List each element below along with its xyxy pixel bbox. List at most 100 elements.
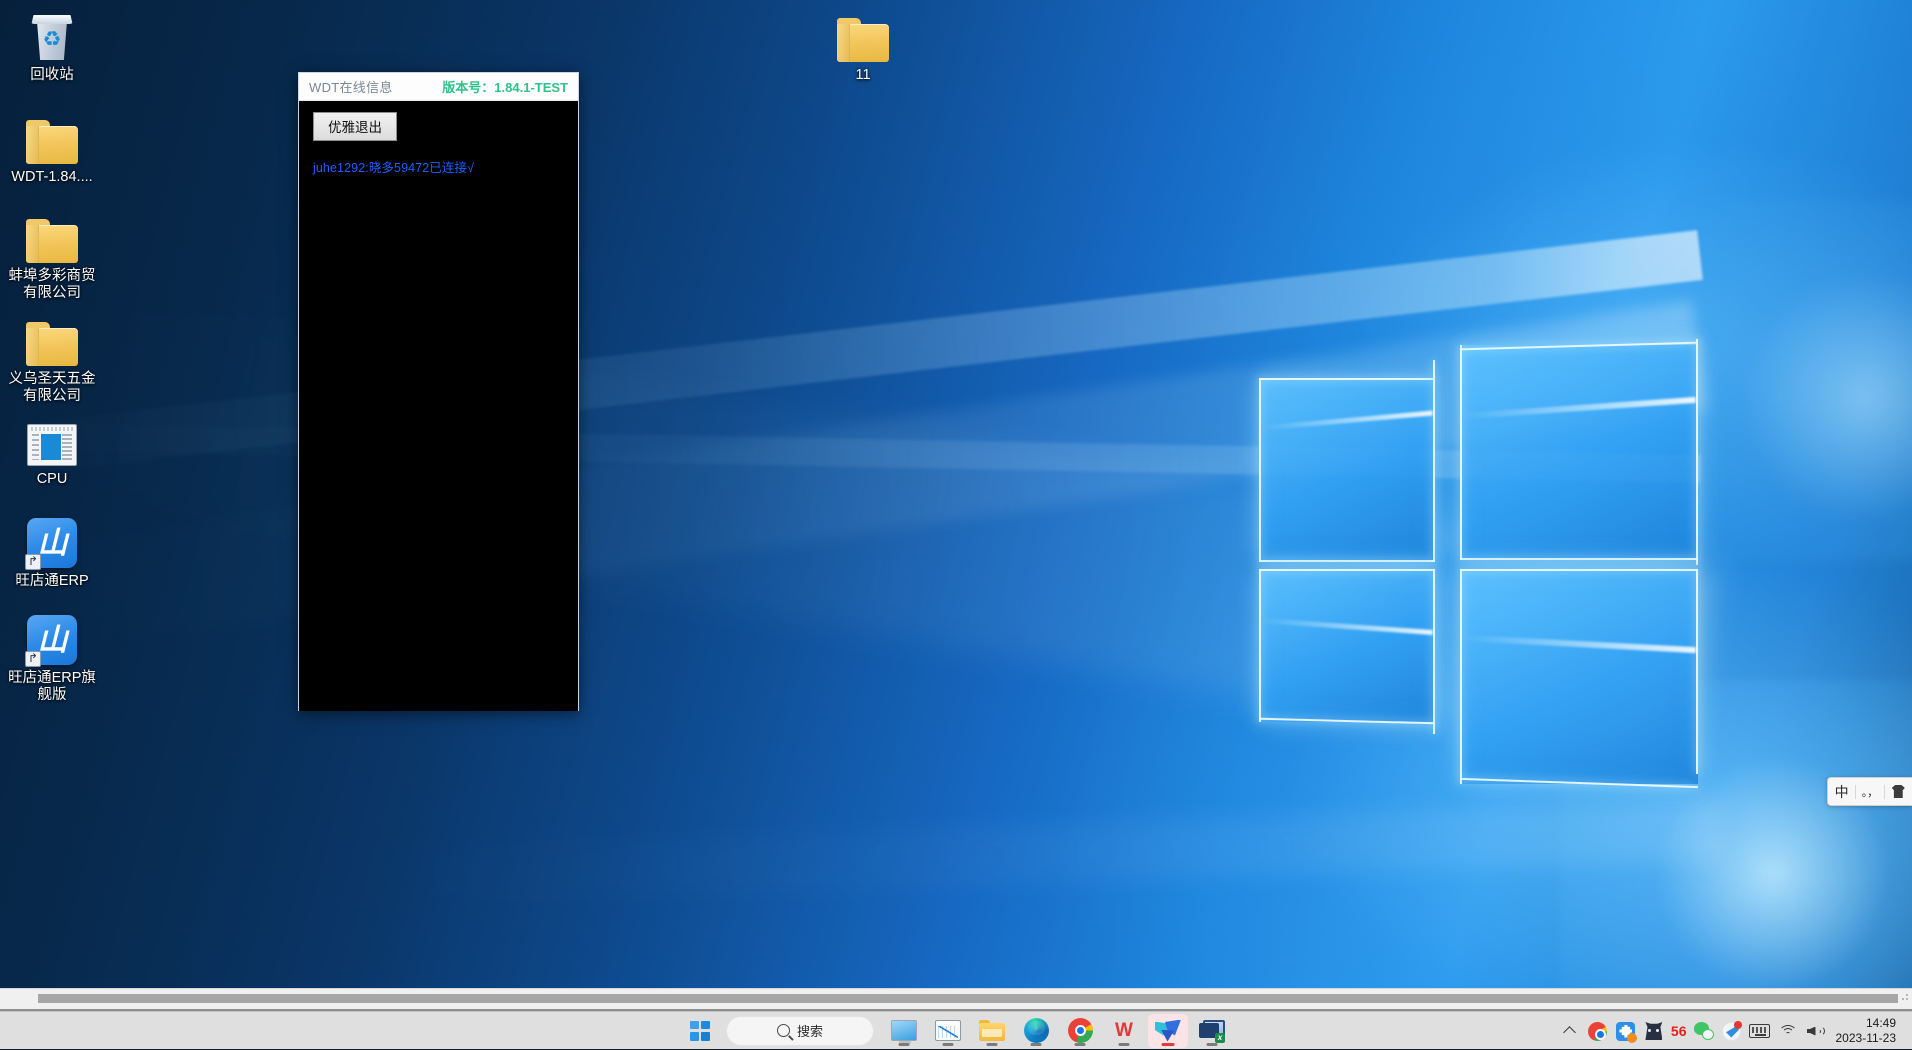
window-title: WDT在线信息	[309, 77, 393, 96]
desktop-icon-label: 蚌埠多彩商贸 有限公司	[4, 268, 100, 302]
wdt-erp-flagship-app-icon: 山↱	[4, 609, 100, 665]
resize-grip[interactable]	[1897, 993, 1909, 1005]
taskbar-item-task-manager[interactable]	[928, 1014, 968, 1048]
wallpaper-beam	[8, 230, 1702, 475]
folder-icon	[815, 6, 911, 62]
tray-item-volume[interactable]	[1802, 1014, 1830, 1048]
horizontal-scrollbar[interactable]	[0, 988, 1912, 1010]
edge-icon	[1024, 1018, 1049, 1043]
desktop-icon-folder-11[interactable]: 11	[815, 6, 911, 84]
bird-icon	[1155, 1019, 1181, 1043]
running-indicator	[987, 1043, 998, 1046]
clock-date: 2023-11-23	[1836, 1031, 1897, 1046]
desktop-icon-cpu[interactable]: CPU	[4, 410, 100, 488]
desktop-icon-wdt-erp-flagship[interactable]: 山↱ 旺店通ERP旗 舰版	[4, 609, 100, 704]
desktop-icon-label: 回收站	[4, 67, 100, 84]
system-tray[interactable]: 56 14:49 2023-11-23	[1556, 1012, 1912, 1050]
running-indicator	[1207, 1043, 1218, 1046]
search-placeholder: 搜索	[797, 1021, 823, 1040]
desktop-icon-label: 义乌圣天五金 有限公司	[4, 371, 100, 405]
shortcut-arrow-icon: ↱	[25, 554, 41, 570]
taskbar-item-this-pc[interactable]	[884, 1014, 924, 1048]
taskbar-item-remote-desktop[interactable]: x	[1192, 1014, 1232, 1048]
taskbar-search-box[interactable]: 搜索	[726, 1016, 874, 1046]
clock-time: 14:49	[1836, 1016, 1897, 1031]
ime-skin-button[interactable]	[1885, 785, 1912, 798]
running-indicator	[943, 1043, 954, 1046]
taskbar-item-wps-office[interactable]: W	[1104, 1014, 1144, 1048]
wdt-online-info-window[interactable]: WDT在线信息 版本号：1.84.1-TEST 优雅退出 juhe1292:晓多…	[298, 72, 579, 711]
unread-count-label: 56	[1668, 1023, 1690, 1039]
connection-log-line: juhe1292:晓多59472已连接√	[313, 157, 578, 176]
wallpaper-beam	[0, 422, 1700, 483]
chrome-icon	[1068, 1018, 1093, 1043]
wallpaper-beam	[320, 800, 1721, 909]
desktop[interactable]: ♻ 回收站 WDT-1.84.... 蚌埠多彩商贸 有限公司 义乌圣天五金 有限…	[0, 0, 1912, 1049]
desktop-icon-recycle-bin[interactable]: ♻ 回收站	[4, 6, 100, 84]
desktop-icon-wdt-erp[interactable]: 山↱ 旺店通ERP	[4, 512, 100, 590]
tray-item-cloud-app[interactable]	[1718, 1014, 1746, 1048]
tray-unread-count[interactable]: 56	[1668, 1014, 1690, 1048]
cat-icon	[1645, 1022, 1662, 1040]
taskbar[interactable]: 搜索 W	[0, 1011, 1912, 1049]
tray-item-network[interactable]	[1774, 1014, 1802, 1048]
taskbar-item-microsoft-edge[interactable]	[1016, 1014, 1056, 1048]
ime-language-bar[interactable]: 中 。，	[1827, 777, 1912, 806]
chart-icon	[935, 1020, 961, 1041]
tray-item-chrome[interactable]	[1584, 1014, 1612, 1048]
tray-item-keyboard[interactable]	[1746, 1014, 1774, 1048]
keyboard-icon	[1749, 1024, 1770, 1038]
folder-icon	[979, 1020, 1005, 1041]
wps-icon: W	[1112, 1018, 1137, 1043]
running-indicator	[1031, 1043, 1042, 1046]
recycle-bin-icon: ♻	[4, 6, 100, 62]
running-indicator	[1075, 1043, 1086, 1046]
tray-item-ime[interactable]	[1612, 1014, 1640, 1048]
wallpaper-pane	[1460, 569, 1698, 784]
wallpaper-pane	[1460, 345, 1698, 560]
wdt-erp-app-icon: 山↱	[4, 512, 100, 568]
taskbar-item-file-explorer[interactable]	[972, 1014, 1012, 1048]
chrome-icon	[1588, 1022, 1607, 1041]
search-icon	[777, 1024, 790, 1037]
ime-language-toggle[interactable]: 中	[1828, 782, 1855, 802]
graceful-exit-button[interactable]: 优雅退出	[313, 112, 397, 141]
desktop-icon-wdt-folder[interactable]: WDT-1.84....	[4, 108, 100, 186]
shortcut-arrow-icon: ↱	[25, 651, 41, 667]
desktop-icon-label: 旺店通ERP	[4, 573, 100, 590]
taskbar-item-xiaoduo-kefu[interactable]	[1148, 1014, 1188, 1048]
wallpaper-beam	[10, 301, 1708, 658]
desktop-icon-label: CPU	[4, 471, 100, 488]
chevron-up-icon	[1564, 1026, 1577, 1039]
wifi-icon	[1778, 1024, 1798, 1039]
desktop-icon-label: 11	[815, 67, 911, 84]
cloud-blade-icon	[1722, 1022, 1741, 1041]
start-button[interactable]	[680, 1014, 720, 1048]
tray-overflow-button[interactable]	[1556, 1014, 1584, 1048]
desktop-icon-yiwu-folder[interactable]: 义乌圣天五金 有限公司	[4, 310, 100, 405]
wallpaper-pane	[1259, 378, 1435, 562]
monitor-icon	[891, 1020, 917, 1041]
folder-icon	[4, 108, 100, 164]
wechat-icon	[1694, 1022, 1714, 1040]
version-label: 版本号：1.84.1-TEST	[442, 77, 568, 96]
folder-icon	[4, 310, 100, 366]
taskbar-clock[interactable]: 14:49 2023-11-23	[1830, 1016, 1907, 1046]
desktop-icon-bengbu-folder[interactable]: 蚌埠多彩商贸 有限公司	[4, 207, 100, 302]
wallpaper-pane	[1259, 569, 1435, 722]
window-titlebar[interactable]: WDT在线信息 版本号：1.84.1-TEST	[299, 73, 578, 101]
tray-item-wechat[interactable]	[1690, 1014, 1718, 1048]
running-indicator	[1119, 1043, 1130, 1046]
taskbar-center-group: 搜索 W	[680, 1012, 1232, 1050]
window-body: 优雅退出 juhe1292:晓多59472已连接√	[299, 101, 578, 711]
ime-punctuation-toggle[interactable]: 。，	[1856, 784, 1883, 800]
folder-icon	[4, 207, 100, 263]
desktop-icon-label: WDT-1.84....	[4, 169, 100, 186]
tray-item-cat-app[interactable]	[1640, 1014, 1668, 1048]
desktop-icon-label: 旺店通ERP旗 舰版	[4, 670, 100, 704]
scrollbar-thumb[interactable]	[38, 994, 1898, 1003]
shirt-icon	[1892, 785, 1905, 798]
windows-logo-icon	[690, 1021, 710, 1041]
taskbar-item-google-chrome[interactable]	[1060, 1014, 1100, 1048]
puzzle-icon	[1616, 1022, 1635, 1041]
